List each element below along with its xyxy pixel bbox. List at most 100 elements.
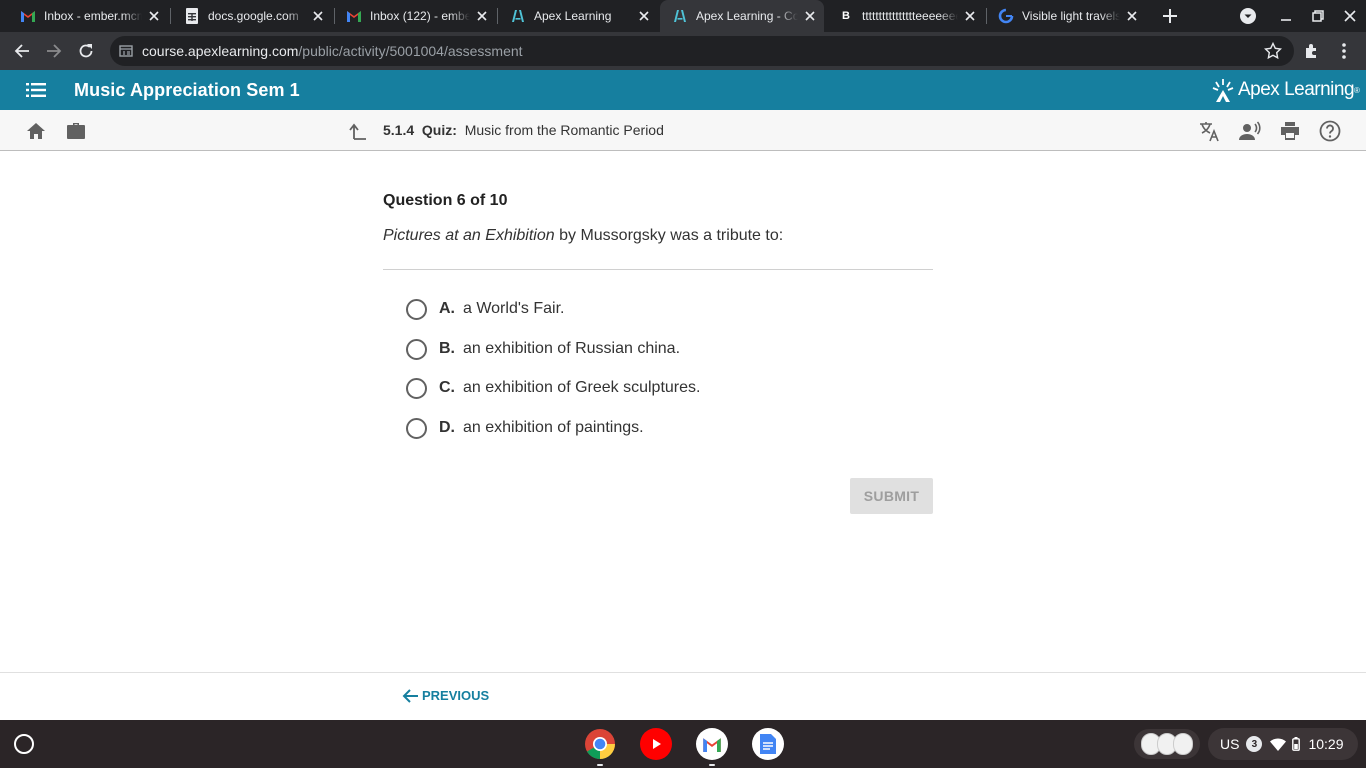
site-info-icon[interactable]: [118, 43, 134, 59]
wifi-icon: [1270, 737, 1287, 751]
keyboard-language: US: [1220, 736, 1240, 752]
close-icon[interactable]: [636, 8, 652, 24]
answer-option-a[interactable]: A. a World's Fair.: [406, 297, 564, 321]
answer-letter: D.: [439, 419, 455, 436]
browser-tab-gmail-1[interactable]: Inbox - ember.mcmillen@...: [8, 0, 168, 32]
radio-button[interactable]: [406, 338, 427, 360]
answer-letter: B.: [439, 340, 455, 357]
activity-number: 5.1.4: [383, 122, 415, 138]
course-menu-button[interactable]: [24, 78, 48, 102]
tote-holding-space[interactable]: [1134, 729, 1200, 759]
url-host: course.apexlearning.com: [142, 43, 299, 59]
answer-text: a World's Fair.: [463, 300, 565, 317]
close-icon[interactable]: [1124, 8, 1140, 24]
translate-button[interactable]: [1198, 119, 1222, 143]
forward-button[interactable]: [40, 37, 68, 65]
b-icon: B: [842, 10, 850, 22]
record-voice-icon: [1239, 121, 1261, 140]
arrow-right-icon: [47, 44, 62, 58]
chevron-down-circle-icon: [1240, 8, 1256, 24]
plus-icon: [1163, 9, 1177, 23]
url-path: /public/activity/5001004/assessment: [298, 43, 523, 59]
tab-title: Visible light travels: [1022, 9, 1120, 23]
radio-button[interactable]: [406, 377, 427, 399]
running-indicator: [709, 764, 715, 766]
up-level-button[interactable]: [346, 119, 370, 143]
back-button[interactable]: [8, 37, 36, 65]
briefcase-icon: [67, 123, 85, 139]
answer-text: an exhibition of paintings.: [463, 419, 644, 436]
bookmark-star-icon[interactable]: [1264, 42, 1282, 60]
course-header: Music Appreciation Sem 1 Apex Learning ®: [0, 70, 1366, 110]
radio-button[interactable]: [406, 298, 427, 320]
answer-option-d[interactable]: D. an exhibition of paintings.: [406, 416, 644, 440]
answer-text: an exhibition of Greek sculptures.: [463, 379, 701, 396]
answer-text: an exhibition of Russian china.: [463, 340, 681, 357]
browser-tab-b[interactable]: B tttttttttttttttteeeeeeee: [826, 0, 984, 32]
registered-mark: ®: [1354, 85, 1360, 95]
previous-button[interactable]: PREVIOUS: [402, 688, 489, 703]
tote-item: [1173, 733, 1193, 755]
activity-bar: 5.1.4 Quiz: Music from the Romantic Peri…: [0, 110, 1366, 151]
os-shelf: US 3 10:29: [0, 720, 1366, 768]
arrow-left-icon: [402, 688, 418, 703]
print-button[interactable]: [1278, 119, 1302, 143]
minimize-button[interactable]: [1274, 4, 1298, 28]
briefcase-button[interactable]: [64, 119, 88, 143]
read-aloud-button[interactable]: [1238, 119, 1262, 143]
answer-option-c[interactable]: C. an exhibition of Greek sculptures.: [406, 376, 700, 400]
close-icon[interactable]: [802, 8, 818, 24]
tab-title: docs.google.com: [208, 9, 299, 23]
sheets-icon: [184, 8, 200, 24]
apex-icon: [672, 8, 688, 24]
print-icon: [1281, 122, 1299, 140]
tab-separator: [170, 8, 171, 24]
youtube-app-icon[interactable]: [640, 728, 672, 760]
close-icon[interactable]: [310, 8, 326, 24]
extensions-button[interactable]: [1298, 37, 1326, 65]
answer-option-b[interactable]: B. an exhibition of Russian china.: [406, 337, 680, 361]
previous-label: PREVIOUS: [422, 688, 490, 703]
docs-app-icon[interactable]: [752, 728, 784, 760]
google-icon: [998, 8, 1014, 24]
status-tray[interactable]: US 3 10:29: [1208, 728, 1358, 760]
notification-count-badge: 3: [1246, 736, 1263, 752]
apex-logo: Apex Learning ®: [1212, 76, 1360, 104]
tab-title: Inbox - ember.mcmillen@...: [44, 9, 142, 23]
browser-tab-apex-active[interactable]: Apex Learning - Courses: [660, 0, 824, 32]
help-button[interactable]: [1318, 119, 1342, 143]
close-icon[interactable]: [474, 8, 490, 24]
question-counter: Question 6 of 10: [383, 192, 508, 209]
restore-button[interactable]: [1306, 4, 1330, 28]
browser-tab-apex-1[interactable]: Apex Learning: [498, 0, 658, 32]
list-menu-icon: [26, 83, 46, 97]
launcher-button[interactable]: [14, 734, 34, 754]
reload-button[interactable]: [72, 37, 100, 65]
work-title: Pictures at an Exhibition: [383, 227, 555, 244]
question-divider: [383, 269, 933, 270]
prompt-text: by Mussorgsky was a tribute to:: [554, 227, 784, 244]
home-button[interactable]: [24, 119, 48, 143]
restore-icon: [1312, 10, 1324, 22]
tab-search-button[interactable]: [1236, 4, 1260, 28]
gmail-app-icon[interactable]: [696, 728, 728, 760]
clock: 10:29: [1308, 736, 1344, 752]
reload-icon: [79, 44, 93, 58]
apex-icon: [510, 8, 526, 24]
subdirectory-up-icon: [349, 123, 366, 140]
browser-tab-google[interactable]: Visible light travels: [986, 0, 1146, 32]
gmail-icon: [346, 8, 362, 24]
radio-button[interactable]: [406, 417, 427, 439]
submit-button[interactable]: SUBMIT: [850, 478, 933, 514]
activity-type: Quiz:: [421, 122, 457, 138]
browser-tab-docs[interactable]: docs.google.com: [172, 0, 332, 32]
close-window-button[interactable]: [1338, 4, 1362, 28]
browser-tab-gmail-2[interactable]: Inbox (122) - ember...: [334, 0, 496, 32]
address-bar[interactable]: course.apexlearning.com/public/activity/…: [110, 36, 1294, 66]
minimize-icon: [1281, 19, 1291, 21]
close-icon[interactable]: [146, 8, 162, 24]
new-tab-button[interactable]: [1158, 4, 1182, 28]
chrome-app-icon[interactable]: [584, 728, 616, 760]
browser-menu-button[interactable]: [1330, 37, 1358, 65]
close-icon[interactable]: [962, 8, 978, 24]
